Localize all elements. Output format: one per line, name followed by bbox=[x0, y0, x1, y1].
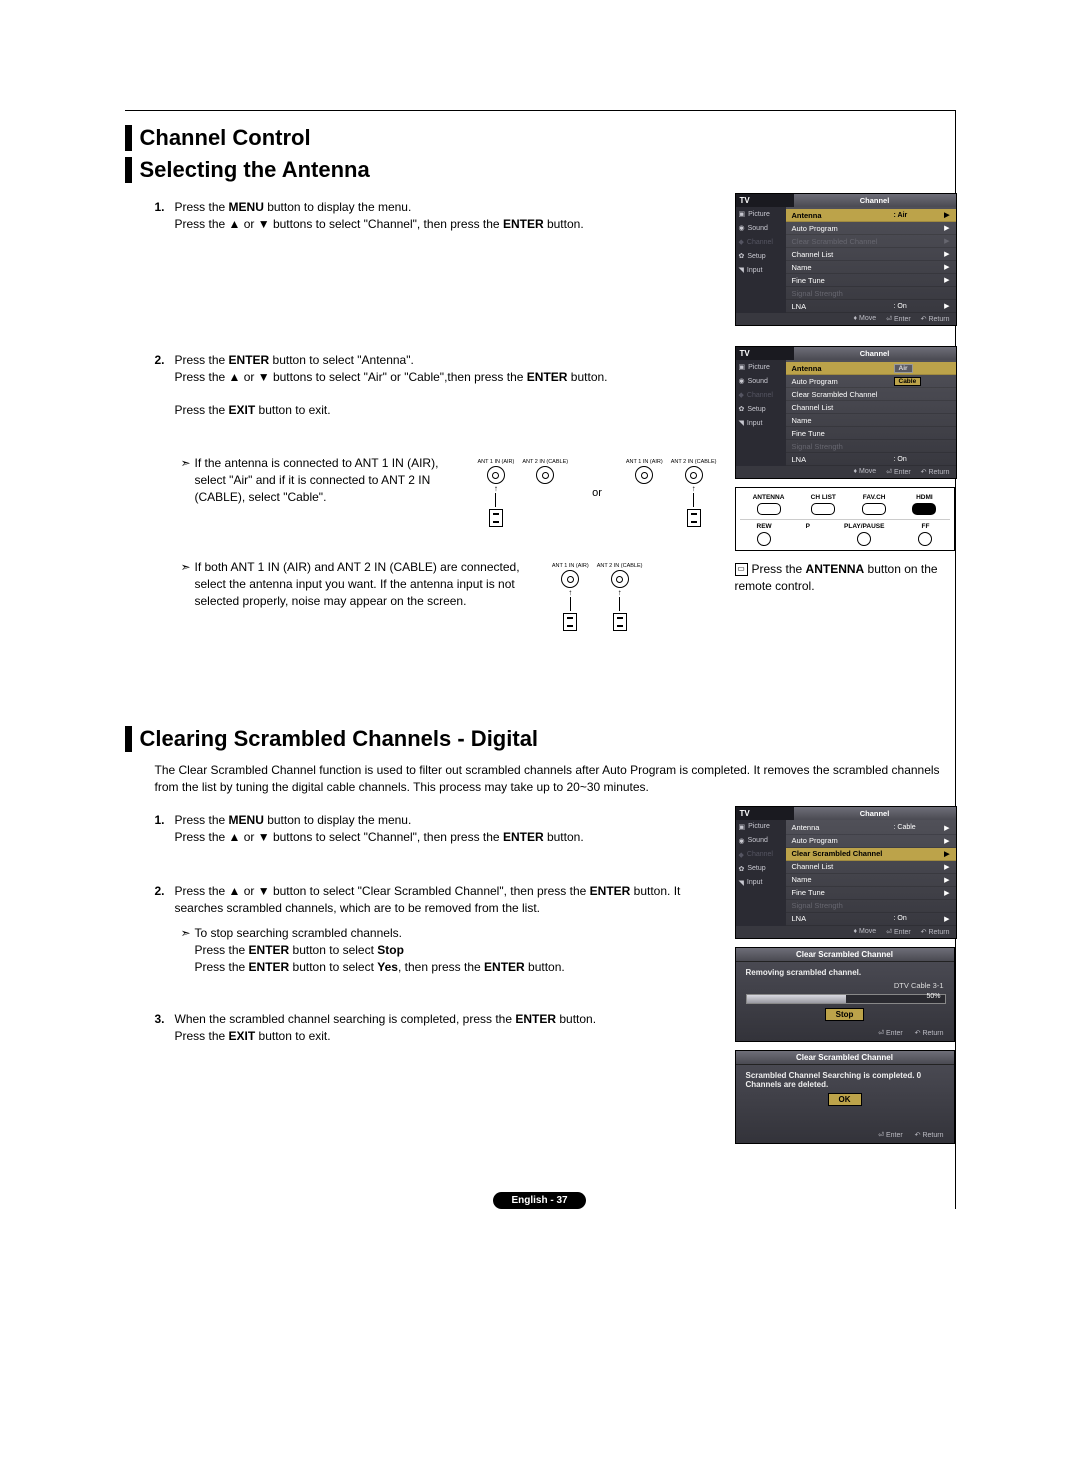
step-s2-2: 2. Press the ▲ or ▼ button to select "Cl… bbox=[155, 883, 717, 917]
sound-icon: ◉ bbox=[739, 837, 745, 845]
input-icon: ◥ bbox=[739, 879, 744, 887]
picture-icon: ▣ bbox=[739, 363, 746, 371]
input-icon: ◥ bbox=[739, 266, 744, 274]
osd-menu-antenna-select: TV Channel ▣Picture ◉Sound ◆Channel ✿Set… bbox=[735, 346, 957, 479]
step-2: 2. Press the ENTER button to select "Ant… bbox=[155, 352, 717, 419]
channel-icon: ◆ bbox=[739, 391, 744, 399]
setup-icon: ✿ bbox=[739, 405, 745, 413]
note-antenna-single: ➣ If the antenna is connected to ANT 1 I… bbox=[181, 455, 468, 505]
input-icon: ◥ bbox=[739, 419, 744, 427]
heading-selecting-antenna: Selecting the Antenna bbox=[125, 157, 955, 183]
note-stop: ➣ To stop searching scrambled channels. … bbox=[181, 925, 717, 975]
setup-icon: ✿ bbox=[739, 865, 745, 873]
remote-diagram: ANTENNA CH LIST FAV.CH HDMI REW P PLAY/P… bbox=[735, 487, 955, 551]
picture-icon: ▣ bbox=[739, 823, 746, 831]
row-s2-1: 1. Press the MENU button to display the … bbox=[125, 806, 955, 1152]
remote-tip: ▭Press the ANTENNA button on the remote … bbox=[735, 561, 955, 595]
osd-menu-clear-scrambled: TV Channel ▣Picture ◉Sound ◆Channel ✿Set… bbox=[735, 806, 957, 939]
connector-diagram-or: ANT 1 IN (AIR)↑ ANT 2 IN (CABLE) or ANT … bbox=[477, 459, 716, 527]
osd-menu-channel: TV Channel ▣Picture ◉Sound ◆Channel ✿Set… bbox=[735, 193, 957, 326]
page: Channel Control Selecting the Antenna 1.… bbox=[125, 110, 956, 1209]
note-antenna-both: ➣ If both ANT 1 IN (AIR) and ANT 2 IN (C… bbox=[181, 559, 542, 609]
osd-left-tabs: ▣Picture ◉Sound ◆Channel ✿Setup ◥Input bbox=[736, 207, 786, 313]
stop-button[interactable]: Stop bbox=[825, 1008, 865, 1021]
channel-icon: ◆ bbox=[739, 851, 744, 859]
row-1: 1. Press the MENU button to display the … bbox=[125, 193, 955, 334]
sound-icon: ◉ bbox=[739, 224, 745, 232]
step-s2-1: 1. Press the MENU button to display the … bbox=[155, 812, 717, 846]
heading-clear-scrambled: Clearing Scrambled Channels - Digital bbox=[125, 726, 955, 752]
popup-completed: Clear Scrambled Channel Scrambled Channe… bbox=[735, 1050, 955, 1144]
popup-removing: Clear Scrambled Channel Removing scrambl… bbox=[735, 947, 955, 1042]
step-1: 1. Press the MENU button to display the … bbox=[155, 199, 717, 233]
connector-diagram-both: ANT 1 IN (AIR)↑ ANT 2 IN (CABLE)↑ bbox=[552, 563, 643, 631]
section-title: Channel Control bbox=[125, 125, 955, 151]
picture-icon: ▣ bbox=[739, 210, 746, 218]
osd-options: Antenna: Air▶ Auto Program▶ Clear Scramb… bbox=[786, 207, 956, 313]
page-number: English - 37 bbox=[125, 1192, 955, 1209]
intro-clear-scrambled: The Clear Scrambled Channel function is … bbox=[155, 762, 955, 796]
channel-icon: ◆ bbox=[739, 238, 744, 246]
row-2: 2. Press the ENTER button to select "Ant… bbox=[125, 346, 955, 641]
setup-icon: ✿ bbox=[739, 252, 745, 260]
ok-button[interactable]: OK bbox=[828, 1093, 862, 1106]
remote-icon: ▭ bbox=[735, 563, 748, 576]
step-s2-3: 3. When the scrambled channel searching … bbox=[155, 1011, 717, 1045]
sound-icon: ◉ bbox=[739, 377, 745, 385]
progress-bar: 50% bbox=[746, 994, 946, 1004]
